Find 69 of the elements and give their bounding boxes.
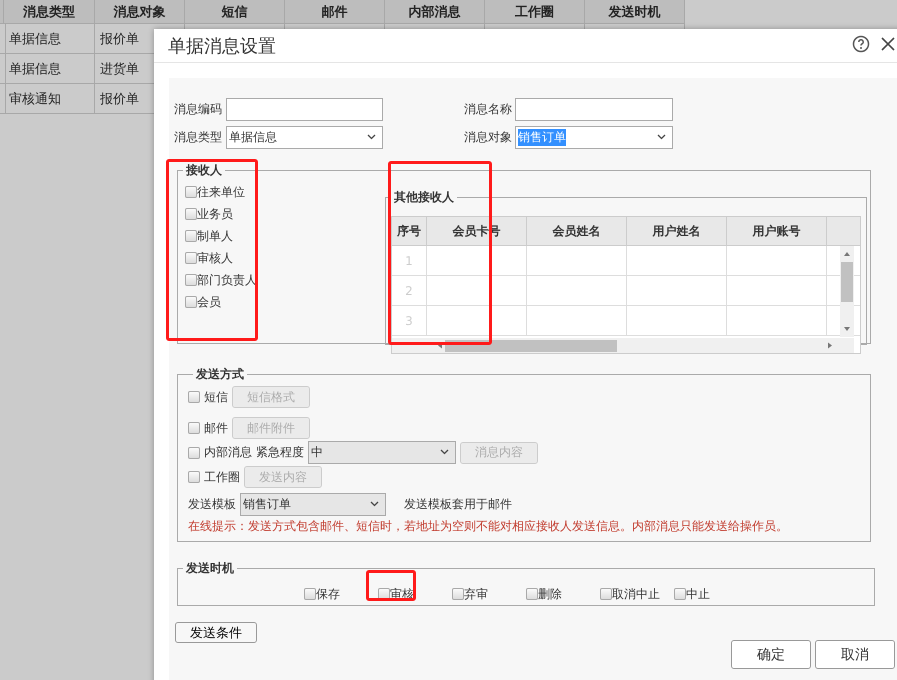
- column-header: 序号: [392, 217, 427, 246]
- input-field[interactable]: [515, 98, 673, 121]
- section-legend: 其他接收人: [391, 189, 457, 206]
- checkbox-label: 中止: [686, 586, 710, 602]
- checkbox[interactable]: [185, 274, 197, 286]
- checkbox[interactable]: [600, 588, 612, 600]
- dialog-button[interactable]: 确定: [731, 640, 811, 669]
- table-cell: 单据信息: [4, 54, 95, 84]
- checkbox-label: 邮件: [204, 420, 228, 436]
- checkbox-label: 内部消息: [204, 444, 252, 461]
- column-header: 工作圈: [485, 0, 585, 24]
- column-header: 发送时机: [585, 0, 685, 24]
- checkbox-label: 工作圈: [204, 468, 240, 486]
- checkbox[interactable]: [526, 588, 538, 600]
- checkbox[interactable]: [185, 186, 197, 198]
- column-header: 会员姓名: [527, 217, 627, 246]
- column-header: 邮件: [285, 0, 385, 24]
- checkbox-label: 业务员: [197, 206, 233, 222]
- table-cell: 单据信息: [4, 24, 95, 54]
- column-header: 消息对象: [95, 0, 185, 24]
- checkbox[interactable]: [185, 296, 197, 308]
- checkbox-label: 取消中止: [612, 586, 660, 602]
- checkbox[interactable]: [185, 252, 197, 264]
- column-header: 用户姓名: [627, 217, 727, 246]
- field-label: 消息名称: [464, 101, 513, 118]
- checkbox[interactable]: [185, 208, 197, 220]
- checkbox-label: 短信: [204, 388, 228, 406]
- select-field[interactable]: 单据信息: [226, 126, 383, 149]
- dialog-button[interactable]: 取消: [815, 640, 895, 669]
- dropdown-caret-icon: [367, 134, 376, 140]
- checkbox[interactable]: [452, 588, 464, 600]
- send-condition-button[interactable]: 发送条件: [175, 622, 257, 643]
- section-legend: 发送方式: [193, 366, 247, 383]
- section-legend: 接收人: [183, 162, 225, 179]
- checkbox-label: 弃审: [464, 586, 488, 602]
- tip-text: 在线提示：发送方式包含邮件、短信时，若地址为空则不能对相应接收人发送信息。内部消息只能发送给操作员。: [188, 518, 789, 535]
- section-legend: 发送时机: [183, 560, 237, 577]
- dropdown-caret-icon: [440, 449, 449, 455]
- checkbox[interactable]: [674, 588, 686, 600]
- checkbox[interactable]: [304, 588, 316, 600]
- field-label: 紧急程度: [256, 444, 304, 461]
- close-icon[interactable]: [880, 36, 896, 52]
- checkbox[interactable]: [188, 422, 200, 434]
- column-header: 短信: [185, 0, 285, 24]
- table-cell: 审核通知: [4, 84, 95, 114]
- highlight-frame: [366, 570, 416, 601]
- field-label: 消息类型: [174, 129, 223, 146]
- dropdown-caret-icon: [370, 501, 379, 507]
- checkbox[interactable]: [188, 471, 200, 483]
- field-label: 发送模板: [188, 496, 236, 513]
- checkbox-label: 删除: [538, 586, 562, 602]
- field-label: 消息对象: [464, 129, 513, 146]
- select-field[interactable]: 销售订单: [240, 493, 386, 516]
- help-icon[interactable]: [852, 35, 870, 53]
- dropdown-caret-icon: [657, 134, 666, 140]
- checkbox[interactable]: [188, 391, 200, 403]
- column-header: 内部消息: [385, 0, 485, 24]
- checkbox-label: 会员: [197, 294, 221, 310]
- column-header: 消息类型: [4, 0, 95, 24]
- column-header: 用户账号: [727, 217, 827, 246]
- input-field[interactable]: [226, 98, 383, 121]
- select-field[interactable]: 中: [308, 441, 456, 464]
- checkbox[interactable]: [188, 446, 200, 458]
- checkbox[interactable]: [185, 230, 197, 242]
- hint-text: 发送模板套用于邮件: [404, 496, 512, 513]
- checkbox-label: 往来单位: [197, 184, 245, 200]
- checkbox-label: 保存: [316, 586, 340, 602]
- checkbox-label: 制单人: [197, 228, 233, 244]
- checkbox-label: 审核人: [197, 250, 233, 266]
